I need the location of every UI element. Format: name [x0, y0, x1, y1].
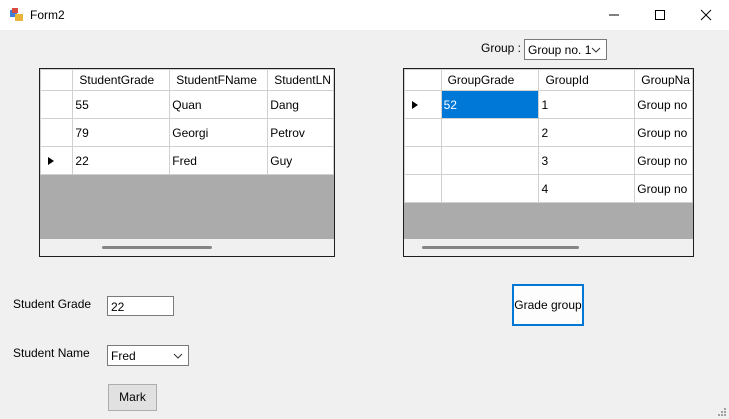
table-row[interactable]: 3 Group no: [404, 146, 693, 175]
grid-cell[interactable]: Group no: [634, 146, 693, 175]
grid-cell-selected[interactable]: 52: [440, 90, 540, 119]
maximize-icon: [655, 10, 665, 20]
current-row-arrow-icon: [48, 157, 54, 165]
close-button[interactable]: [683, 0, 729, 30]
students-header-row: StudentGrade StudentFName StudentLN: [40, 69, 334, 91]
minimize-button[interactable]: [591, 0, 637, 30]
title-bar: Form2: [0, 0, 729, 30]
students-col-header[interactable]: StudentGrade: [72, 69, 171, 91]
grid-cell[interactable]: 79: [72, 118, 171, 147]
app-icon: [10, 8, 24, 22]
resize-grip-icon[interactable]: [716, 406, 726, 416]
grid-cell[interactable]: Petrov: [267, 118, 334, 147]
grid-cell[interactable]: Fred: [169, 146, 269, 175]
student-grade-input[interactable]: 22: [107, 296, 174, 316]
student-name-label: Student Name: [13, 346, 90, 360]
table-row[interactable]: 4 Group no: [404, 174, 693, 203]
grid-cell[interactable]: 22: [72, 146, 171, 175]
grid-cell[interactable]: Group no: [634, 90, 693, 119]
scrollbar-thumb[interactable]: [102, 246, 212, 249]
window-title: Form2: [30, 8, 65, 22]
students-col-header[interactable]: StudentLN: [267, 69, 334, 91]
row-header[interactable]: [404, 174, 442, 203]
row-header[interactable]: [40, 146, 74, 175]
grid-cell[interactable]: [440, 146, 540, 175]
table-row[interactable]: 55 Quan Dang: [40, 90, 334, 119]
close-icon: [700, 9, 712, 21]
chevron-down-icon: [173, 353, 183, 359]
current-row-arrow-icon: [412, 101, 418, 109]
students-horizontal-scrollbar[interactable]: [40, 239, 334, 256]
groups-horizontal-scrollbar[interactable]: [404, 239, 693, 256]
student-name-combobox-value: Fred: [111, 349, 136, 363]
grid-cell[interactable]: 1: [538, 90, 636, 119]
table-row[interactable]: 22 Fred Guy: [40, 146, 334, 175]
groups-col-header[interactable]: GroupGrade: [440, 69, 540, 91]
grid-cell[interactable]: Quan: [169, 90, 269, 119]
grid-cell[interactable]: 4: [538, 174, 636, 203]
students-grid[interactable]: StudentGrade StudentFName StudentLN 55 Q…: [39, 68, 335, 257]
student-grade-label: Student Grade: [13, 297, 92, 311]
groups-col-header[interactable]: GroupId: [538, 69, 636, 91]
group-combobox[interactable]: Group no. 1: [524, 39, 607, 60]
minimize-icon: [609, 14, 619, 16]
students-corner-header: [40, 69, 74, 91]
row-header[interactable]: [404, 90, 442, 119]
groups-grid[interactable]: GroupGrade GroupId GroupNa 52 1 Group no…: [403, 68, 694, 257]
mark-button[interactable]: Mark: [108, 384, 157, 411]
scrollbar-thumb[interactable]: [422, 246, 579, 249]
row-header[interactable]: [404, 118, 442, 147]
maximize-button[interactable]: [637, 0, 683, 30]
groups-header-row: GroupGrade GroupId GroupNa: [404, 69, 693, 91]
grid-cell[interactable]: Dang: [267, 90, 334, 119]
grid-cell[interactable]: Guy: [267, 146, 334, 175]
group-label: Group :: [481, 41, 522, 55]
grade-group-button[interactable]: Grade group: [512, 284, 584, 326]
grid-cell[interactable]: 55: [72, 90, 171, 119]
row-header[interactable]: [40, 118, 74, 147]
table-row[interactable]: 2 Group no: [404, 118, 693, 147]
groups-col-header[interactable]: GroupNa: [634, 69, 693, 91]
row-header[interactable]: [40, 90, 74, 119]
groups-corner-header: [404, 69, 442, 91]
grid-cell[interactable]: [440, 118, 540, 147]
row-header[interactable]: [404, 146, 442, 175]
grid-cell[interactable]: Group no: [634, 118, 693, 147]
chevron-down-icon: [591, 47, 601, 53]
students-col-header[interactable]: StudentFName: [169, 69, 269, 91]
students-table: StudentGrade StudentFName StudentLN 55 Q…: [40, 69, 334, 175]
grid-cell[interactable]: Group no: [634, 174, 693, 203]
student-name-combobox[interactable]: Fred: [107, 345, 189, 366]
grid-cell[interactable]: [440, 174, 540, 203]
groups-table: GroupGrade GroupId GroupNa 52 1 Group no…: [404, 69, 693, 203]
group-combobox-value: Group no. 1: [528, 43, 592, 57]
grid-cell[interactable]: Georgi: [169, 118, 269, 147]
table-row[interactable]: 79 Georgi Petrov: [40, 118, 334, 147]
table-row[interactable]: 52 1 Group no: [404, 90, 693, 119]
grid-cell[interactable]: 3: [538, 146, 636, 175]
grid-cell[interactable]: 2: [538, 118, 636, 147]
